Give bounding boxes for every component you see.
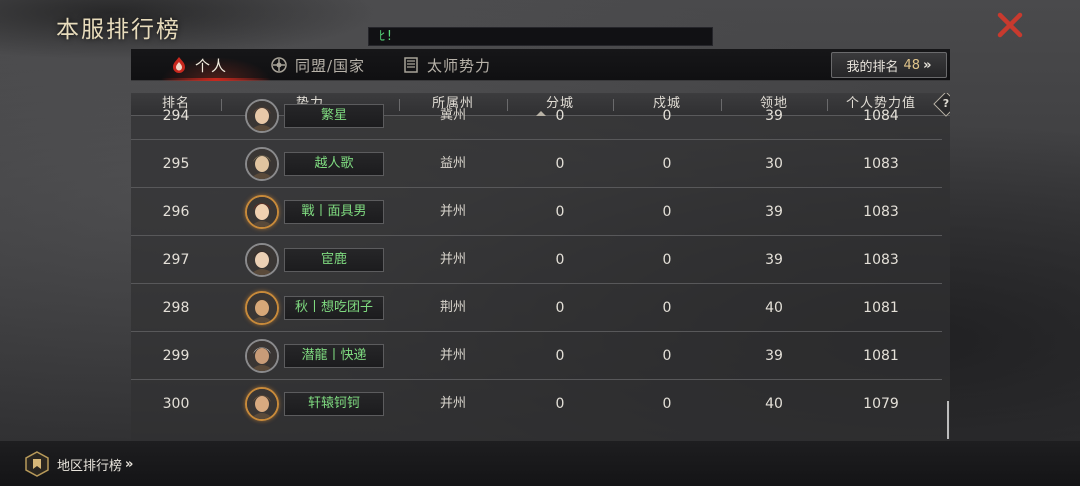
- table-row[interactable]: 294 繁星 冀州 0 0 39 1084: [131, 93, 942, 140]
- portrait-icon: [247, 149, 277, 179]
- branch-city-cell: 0: [555, 300, 565, 316]
- chevron-right-icon: »: [125, 456, 134, 472]
- portrait-icon: [247, 197, 277, 227]
- faction-name[interactable]: 秋丨想吃团子: [284, 296, 384, 320]
- faction-name[interactable]: 宦鹿: [284, 248, 384, 272]
- page-title: 本服排行榜: [56, 17, 181, 43]
- alliance-crest-icon: [269, 55, 289, 75]
- tab-alliance[interactable]: 同盟/国家: [269, 49, 365, 81]
- power-cell: 1083: [863, 252, 899, 268]
- region-ranking-label: 地区排行榜: [57, 458, 123, 474]
- tab-label: 同盟/国家: [295, 56, 366, 75]
- scrollbar[interactable]: [947, 401, 949, 439]
- portrait-icon: [247, 101, 277, 131]
- faction-name[interactable]: 繁星: [284, 104, 384, 128]
- province-cell: 并州: [439, 204, 466, 219]
- table-row[interactable]: 296 戰丨面具男 并州 0 0 39 1083: [131, 188, 942, 236]
- flame-emblem-icon: [169, 55, 189, 75]
- power-cell: 1079: [863, 396, 899, 412]
- table-row[interactable]: 300 轩辕钶钶 并州 0 0 40 1079: [131, 380, 942, 428]
- garrison-city-cell: 0: [662, 300, 672, 316]
- table-row[interactable]: 295 越人歌 益州 0 0 30 1083: [131, 140, 942, 188]
- my-rank-value: 48: [903, 57, 921, 73]
- province-cell: 并州: [439, 396, 466, 411]
- province-cell: 并州: [439, 348, 466, 363]
- faction-name[interactable]: 潜龍丨快递: [284, 344, 384, 368]
- close-button[interactable]: [994, 10, 1026, 40]
- garrison-city-cell: 0: [662, 156, 672, 172]
- tab-grand-tutor[interactable]: 太师势力: [401, 49, 491, 81]
- province-cell: 冀州: [439, 108, 466, 123]
- chat-message-bar[interactable]: ﾋ!: [368, 27, 713, 46]
- table-row[interactable]: 299 潜龍丨快递 并州 0 0 39 1081: [131, 332, 942, 380]
- power-cell: 1084: [863, 108, 899, 124]
- rank-cell: 299: [162, 348, 190, 364]
- province-cell: 荆州: [439, 300, 466, 315]
- garrison-city-cell: 0: [662, 348, 672, 364]
- my-rank-button[interactable]: 我的排名 48 »: [831, 52, 947, 78]
- avatar[interactable]: [245, 147, 279, 181]
- avatar[interactable]: [245, 99, 279, 133]
- faction-name[interactable]: 轩辕钶钶: [284, 392, 384, 416]
- table-row[interactable]: 297 宦鹿 并州 0 0 39 1083: [131, 236, 942, 284]
- power-cell: 1081: [863, 300, 899, 316]
- avatar[interactable]: [245, 339, 279, 373]
- territory-cell: 39: [765, 252, 783, 268]
- faction-name[interactable]: 越人歌: [284, 152, 384, 176]
- avatar[interactable]: [245, 243, 279, 277]
- branch-city-cell: 0: [555, 204, 565, 220]
- territory-cell: 39: [765, 204, 783, 220]
- garrison-city-cell: 0: [662, 204, 672, 220]
- power-cell: 1083: [863, 204, 899, 220]
- table-row[interactable]: 298 秋丨想吃团子 荆州 0 0 40 1081: [131, 284, 942, 332]
- bottom-bar: 地区排行榜 »: [0, 441, 1080, 486]
- tab-personal[interactable]: 个人: [169, 49, 227, 81]
- branch-city-cell: 0: [555, 396, 565, 412]
- power-cell: 1083: [863, 156, 899, 172]
- tab-label: 太师势力: [427, 56, 492, 75]
- branch-city-cell: 0: [555, 348, 565, 364]
- tab-bar: 个人 同盟/国家 太师势力: [131, 49, 950, 81]
- power-cell: 1081: [863, 348, 899, 364]
- region-emblem-icon: [25, 451, 49, 477]
- portrait-icon: [247, 389, 277, 419]
- chevron-right-icon: »: [923, 57, 932, 73]
- faction-name[interactable]: 戰丨面具男: [284, 200, 384, 224]
- region-ranking-button[interactable]: 地区排行榜 »: [24, 451, 134, 477]
- rank-cell: 294: [162, 108, 190, 124]
- avatar[interactable]: [245, 387, 279, 421]
- territory-cell: 40: [765, 396, 783, 412]
- avatar[interactable]: [245, 291, 279, 325]
- rank-cell: 295: [162, 156, 190, 172]
- branch-city-cell: 0: [555, 156, 565, 172]
- banner-icon: [401, 55, 421, 75]
- rank-cell: 297: [162, 252, 190, 268]
- avatar[interactable]: [245, 195, 279, 229]
- garrison-city-cell: 0: [662, 252, 672, 268]
- close-icon: [997, 12, 1023, 38]
- garrison-city-cell: 0: [662, 396, 672, 412]
- portrait-icon: [247, 341, 277, 371]
- territory-cell: 30: [765, 156, 783, 172]
- province-cell: 益州: [439, 156, 466, 171]
- territory-cell: 39: [765, 108, 783, 124]
- territory-cell: 40: [765, 300, 783, 316]
- territory-cell: 39: [765, 348, 783, 364]
- rank-cell: 300: [162, 396, 190, 412]
- portrait-icon: [247, 245, 277, 275]
- rank-cell: 296: [162, 204, 190, 220]
- ranking-table: 排名 势力 所属州 分城 戍城 领地 个人势力值 ? 294 繁星 冀州 0 0…: [131, 93, 950, 441]
- branch-city-cell: 0: [555, 252, 565, 268]
- tab-label: 个人: [195, 56, 228, 75]
- my-rank-label: 我的排名: [846, 59, 899, 75]
- branch-city-cell: 0: [555, 108, 565, 124]
- portrait-icon: [247, 293, 277, 323]
- rank-cell: 298: [162, 300, 190, 316]
- active-tab-underline: [161, 78, 271, 81]
- garrison-city-cell: 0: [662, 108, 672, 124]
- province-cell: 并州: [439, 252, 466, 267]
